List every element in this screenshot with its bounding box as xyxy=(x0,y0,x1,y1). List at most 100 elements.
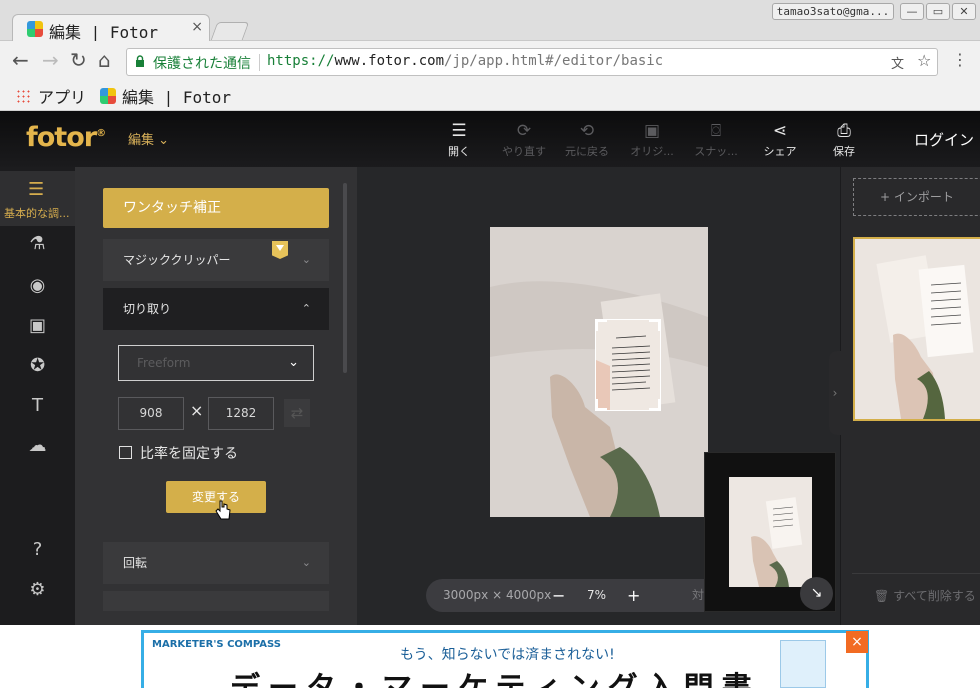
browser-menu-icon[interactable]: ⋮ xyxy=(952,50,968,69)
delete-all-button[interactable]: 🗑 すべて削除する xyxy=(874,587,976,604)
next-section[interactable] xyxy=(103,591,329,611)
new-tab-button[interactable] xyxy=(210,22,250,40)
url-text: https://www.fotor.com/jp/app.html#/edito… xyxy=(267,53,663,69)
close-window-icon[interactable]: ✕ xyxy=(952,3,976,20)
forward-arrow-icon[interactable]: → xyxy=(42,49,59,71)
ad-brand: MARKETER'S COMPASS xyxy=(152,639,281,650)
save-button[interactable]: ⎙ 保存 xyxy=(814,121,874,159)
crop-section[interactable]: 切り取り ⌃ xyxy=(103,288,329,330)
ad-banner[interactable]: MARKETER'S COMPASS もう、知らないでは済まされない! データ・… xyxy=(141,630,869,688)
text-icon[interactable]: T xyxy=(0,395,75,416)
undo-icon: ⟲ xyxy=(579,121,595,141)
ad-close-icon[interactable]: × xyxy=(846,631,868,653)
chevron-right-icon[interactable]: › xyxy=(829,351,841,435)
times-sign: × xyxy=(190,401,204,420)
panel-scrollbar[interactable] xyxy=(343,183,347,373)
login-button[interactable]: ログイン xyxy=(914,129,974,150)
snapshot-button[interactable]: ⌼ スナッ... xyxy=(686,121,746,159)
home-icon[interactable]: ⌂ xyxy=(98,49,111,71)
url-scheme: https:// xyxy=(267,53,335,69)
frame-icon[interactable]: ▣ xyxy=(0,315,75,336)
original-button[interactable]: ▣ オリジ... xyxy=(622,121,682,159)
tab-strip: 編集 | Fotor × tamao3sato@gma... — ▭ ✕ xyxy=(0,0,980,42)
import-button[interactable]: + インポート xyxy=(853,178,980,216)
eye-icon[interactable]: ◉ xyxy=(0,275,75,296)
back-arrow-icon[interactable]: ← xyxy=(12,49,29,71)
omnibox-divider xyxy=(259,54,260,71)
chevron-down-icon: ⌄ xyxy=(301,556,311,569)
plus-icon: + xyxy=(880,190,894,204)
browser-tab[interactable]: 編集 | Fotor × xyxy=(12,14,210,42)
ad-headline: もう、知らないでは済まされない! xyxy=(400,647,615,663)
swap-icon[interactable]: ⇄ xyxy=(284,399,310,427)
fotor-logo[interactable]: fotor® xyxy=(26,122,106,153)
crop-mode-value: Freeform xyxy=(137,356,191,370)
crop-height-input[interactable]: 1282 xyxy=(208,397,274,430)
magic-clipper-label: マジッククリッパー xyxy=(123,253,231,267)
camera-icon: ⌼ xyxy=(710,121,722,141)
translate-icon[interactable]: 文 xyxy=(891,53,904,72)
settings-gear-icon[interactable]: ⚙ xyxy=(0,579,75,600)
snapshot-label: スナッ... xyxy=(694,145,738,158)
crop-preview xyxy=(596,320,660,410)
delete-all-label: すべて削除する xyxy=(893,589,976,603)
open-button[interactable]: ☰ 開く xyxy=(429,121,489,159)
hand-cursor-icon xyxy=(215,500,231,520)
zoom-out-button[interactable]: − xyxy=(552,579,565,612)
navigator-toggle-icon[interactable]: ↘ xyxy=(800,577,833,610)
app-top-bar: fotor® 編集 ⌄ ☰ 開く ⟳ やり直す ⟲ 元に戻る ▣ オリジ... ⌼ スナッ… xyxy=(0,111,980,167)
undo-label: 元に戻る xyxy=(565,145,609,158)
maximize-icon[interactable]: ▭ xyxy=(926,3,950,20)
flask-icon[interactable]: ⚗ xyxy=(0,233,75,254)
sidebar-item-label: 基本的な調... xyxy=(4,207,70,220)
lock-ratio-label: 比率を固定する xyxy=(140,446,238,462)
rotate-label: 回転 xyxy=(123,556,148,570)
url-path: /jp/app.html#/editor/basic xyxy=(444,53,664,69)
sidebar-item-basic-adjust[interactable]: ☰ 基本的な調... xyxy=(0,171,75,226)
bookmark-apps[interactable]: アプリ xyxy=(38,84,86,108)
redo-button[interactable]: ⟳ やり直す xyxy=(494,121,554,159)
zoom-in-button[interactable]: + xyxy=(627,579,640,612)
hamburger-icon: ☰ xyxy=(451,121,467,141)
share-label: シェア xyxy=(763,145,797,158)
ad-title: データ・マーケティング入門書 xyxy=(230,663,760,688)
minimize-icon[interactable]: — xyxy=(900,3,924,20)
reload-icon[interactable]: ↻ xyxy=(70,49,87,71)
bookmark-fotor[interactable]: 編集 | Fotor xyxy=(122,84,231,108)
edit-menu-label: 編集 xyxy=(128,133,155,148)
address-bar[interactable]: 保護された通信 https://www.fotor.com/jp/app.htm… xyxy=(126,48,938,76)
tab-title: 編集 | Fotor xyxy=(49,23,159,42)
rotate-section[interactable]: 回転 ⌄ xyxy=(103,542,329,584)
lock-ratio-checkbox[interactable] xyxy=(119,446,132,459)
image-thumbnail[interactable] xyxy=(853,237,980,421)
crop-selection-box[interactable] xyxy=(595,319,661,411)
premium-badge-icon xyxy=(272,241,288,259)
crop-ratio-select[interactable]: Freeform ⌄ xyxy=(118,345,314,381)
navigator-thumbnail[interactable] xyxy=(729,477,812,587)
magic-clipper-section[interactable]: マジッククリッパー ⌄ xyxy=(103,239,329,281)
edit-menu[interactable]: 編集 ⌄ xyxy=(128,129,169,148)
tab-close-icon[interactable]: × xyxy=(191,19,203,35)
open-label: 開く xyxy=(448,145,470,158)
undo-button[interactable]: ⟲ 元に戻る xyxy=(557,121,617,159)
logo-mark: ® xyxy=(96,128,106,139)
crop-label: 切り取り xyxy=(123,302,172,316)
redo-label: やり直す xyxy=(502,145,546,158)
sticker-icon[interactable]: ✪ xyxy=(0,355,75,376)
chevron-down-icon: ⌄ xyxy=(288,355,299,370)
help-icon[interactable]: ? xyxy=(0,539,75,560)
ad-book-image xyxy=(780,640,826,688)
profile-button[interactable]: tamao3sato@gma... xyxy=(772,3,894,20)
bookmark-star-icon[interactable]: ☆ xyxy=(917,51,931,70)
share-button[interactable]: ⋖ シェア xyxy=(750,121,810,159)
apps-grid-icon xyxy=(16,89,30,103)
share-icon: ⋖ xyxy=(772,121,788,141)
cloud-upload-icon[interactable]: ☁ xyxy=(0,435,75,456)
auto-fix-button[interactable]: ワンタッチ補正 xyxy=(103,188,329,228)
browser-chrome: 編集 | Fotor × tamao3sato@gma... — ▭ ✕ ← →… xyxy=(0,0,980,111)
fotor-bookmark-icon xyxy=(100,88,116,104)
secure-label: 保護された通信 xyxy=(153,56,251,72)
image-size-label: 3000px × 4000px xyxy=(443,588,552,602)
crop-width-input[interactable]: 908 xyxy=(118,397,184,430)
zoom-level: 7% xyxy=(587,588,607,602)
